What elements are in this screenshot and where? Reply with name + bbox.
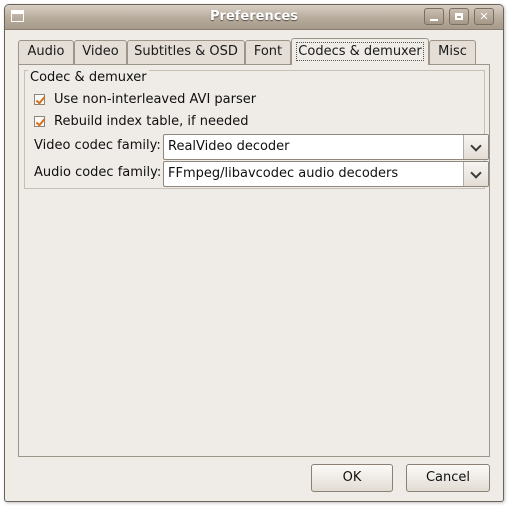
codec-demuxer-group: Codec & demuxer Use non-interleaved AVI … — [24, 70, 489, 189]
ok-button[interactable]: OK — [311, 464, 393, 492]
preferences-window: Preferences ✕ Audio Video Subtitles & OS… — [4, 4, 504, 502]
audio-codec-value: FFmpeg/libavcodec audio decoders — [168, 166, 399, 181]
avi-parser-checkbox-row[interactable]: Use non-interleaved AVI parser — [34, 90, 256, 108]
tab-audio[interactable]: Audio — [18, 40, 74, 64]
video-codec-row: Video codec family: RealVideo decoder — [34, 134, 489, 160]
avi-parser-label[interactable]: Use non-interleaved AVI parser — [54, 92, 256, 107]
maximize-button[interactable] — [449, 8, 469, 25]
audio-codec-label: Audio codec family: — [34, 165, 162, 180]
close-button[interactable]: ✕ — [474, 8, 494, 25]
minimize-icon — [430, 19, 438, 21]
tab-misc[interactable]: Misc — [429, 40, 476, 64]
chevron-down-icon — [470, 167, 482, 179]
tab-font[interactable]: Font — [245, 40, 291, 64]
group-title: Codec & demuxer — [28, 70, 149, 85]
video-codec-label: Video codec family: — [34, 138, 161, 153]
video-codec-value: RealVideo decoder — [168, 139, 290, 154]
audio-codec-row: Audio codec family: FFmpeg/libavcodec au… — [34, 161, 489, 187]
rebuild-index-checkbox-row[interactable]: Rebuild index table, if needed — [34, 112, 249, 130]
minimize-button[interactable] — [424, 8, 444, 25]
maximize-icon — [455, 13, 463, 20]
chevron-down-icon — [470, 140, 482, 152]
video-codec-dropdown-button[interactable] — [463, 135, 488, 159]
titlebar[interactable]: Preferences ✕ — [5, 5, 503, 30]
cancel-button[interactable]: Cancel — [406, 464, 490, 492]
tab-panel: Codec & demuxer Use non-interleaved AVI … — [18, 64, 490, 457]
tab-subtitles-osd[interactable]: Subtitles & OSD — [127, 40, 245, 64]
tab-codecs-demuxer[interactable]: Codecs & demuxer — [291, 38, 429, 65]
rebuild-index-checkbox[interactable] — [34, 115, 45, 127]
audio-codec-dropdown-button[interactable] — [463, 162, 488, 186]
audio-codec-select[interactable]: FFmpeg/libavcodec audio decoders — [163, 161, 489, 187]
close-icon: ✕ — [479, 10, 489, 23]
avi-parser-checkbox[interactable] — [34, 93, 45, 105]
rebuild-index-label[interactable]: Rebuild index table, if needed — [54, 114, 249, 129]
tab-video[interactable]: Video — [74, 40, 127, 64]
video-codec-select[interactable]: RealVideo decoder — [163, 134, 489, 160]
